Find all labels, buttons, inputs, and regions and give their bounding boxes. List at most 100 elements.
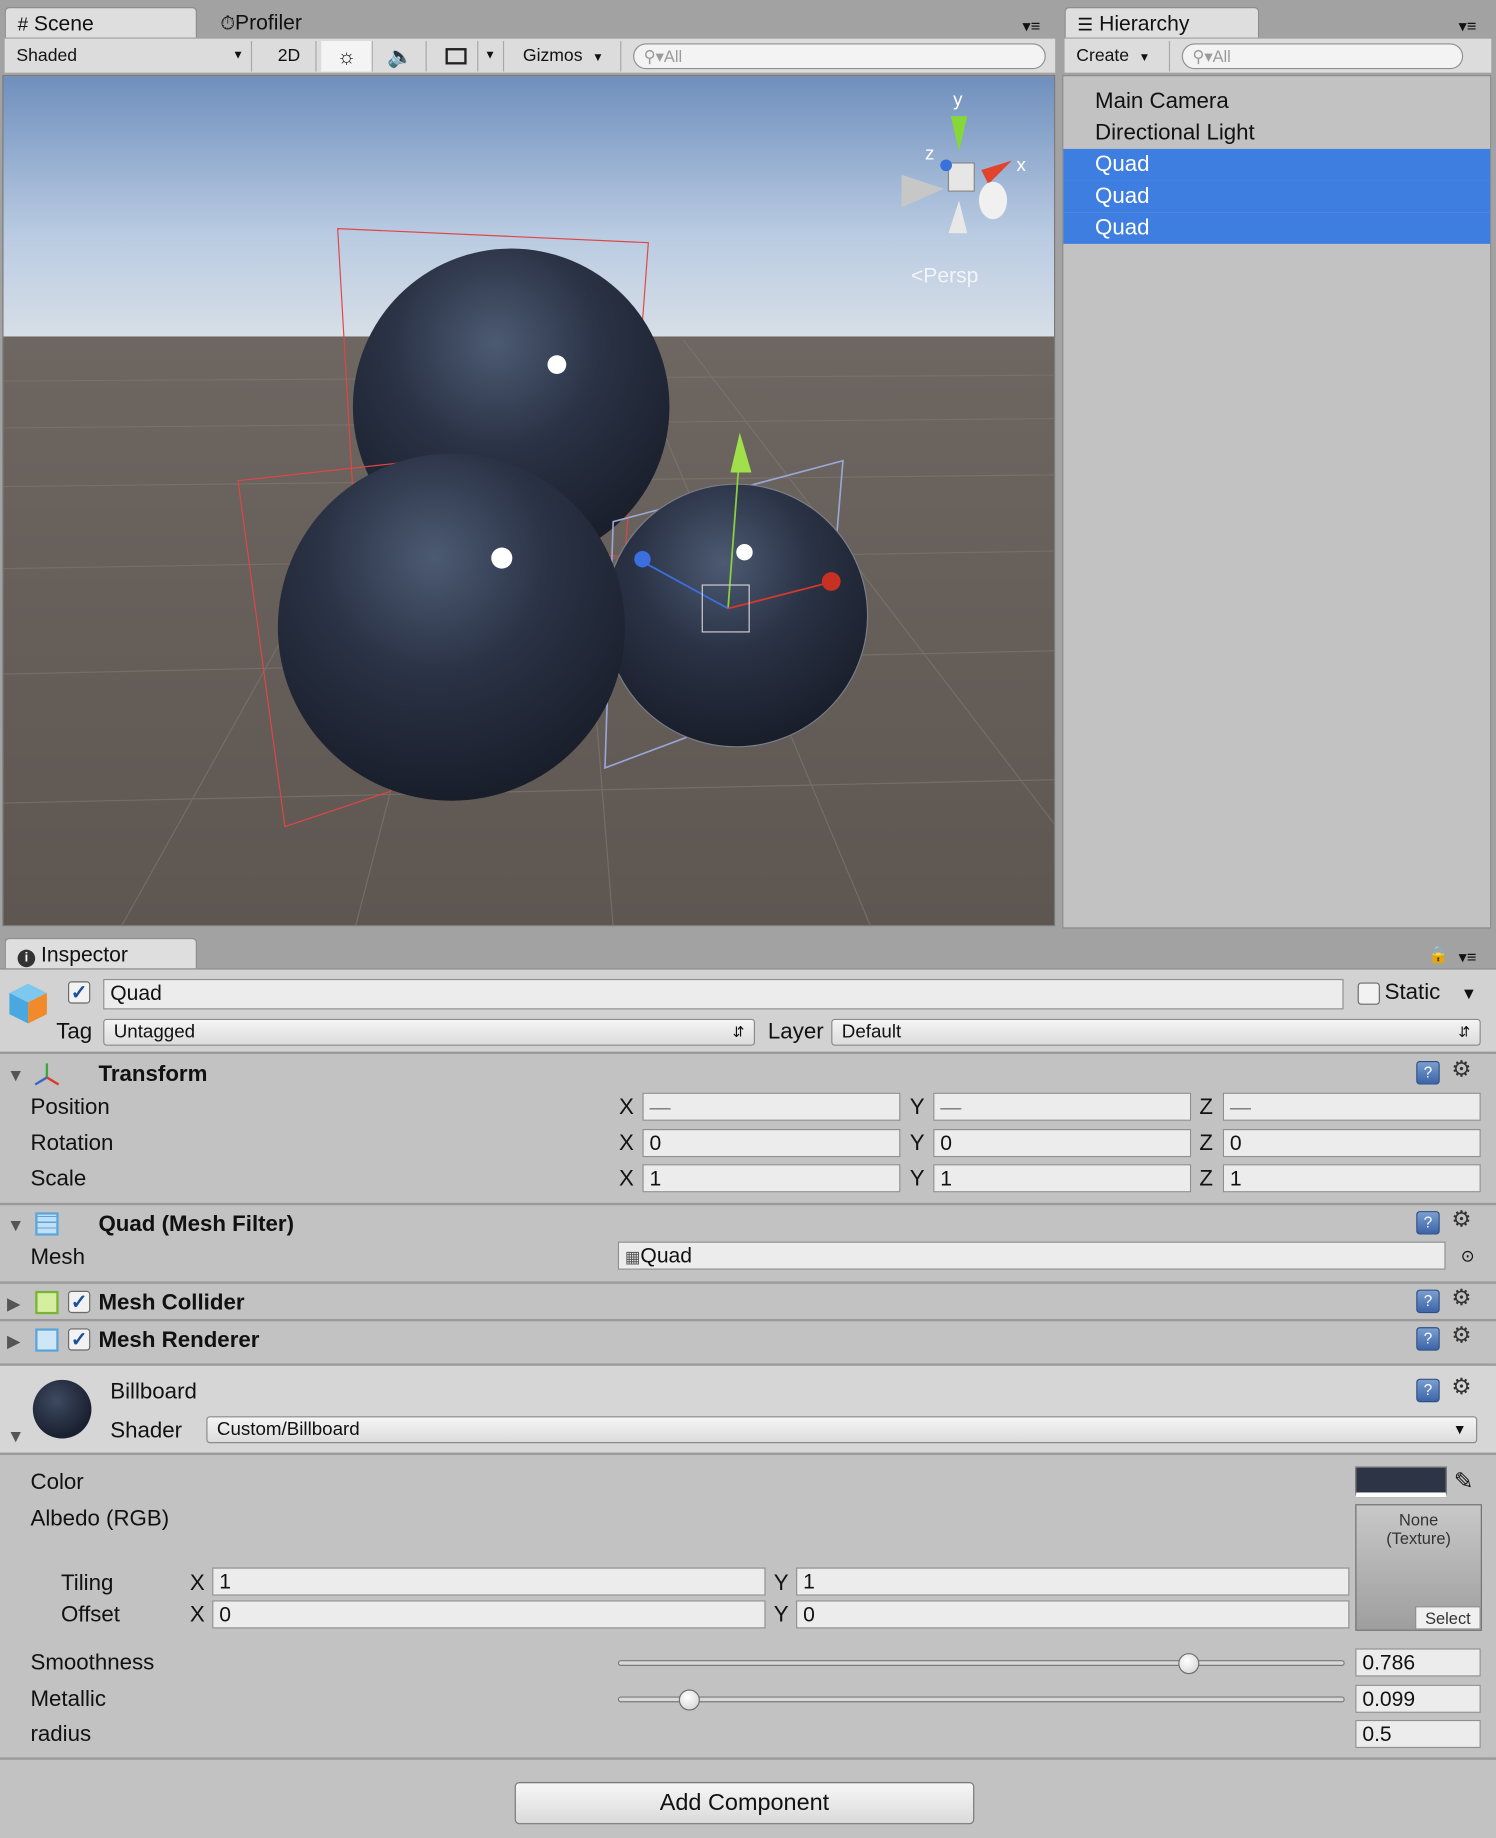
- create-label: Create: [1076, 45, 1130, 66]
- radius-field[interactable]: 0.5: [1355, 1719, 1481, 1749]
- axis-x-label: X: [619, 1131, 634, 1156]
- create-dropdown[interactable]: Create ▼: [1069, 41, 1171, 72]
- gizmos-dropdown[interactable]: Gizmos ▼: [516, 41, 622, 72]
- shader-dropdown[interactable]: Custom/Billboard ▼: [206, 1416, 1478, 1444]
- scene-search-placeholder: All: [663, 46, 683, 66]
- scale-z-field[interactable]: 1: [1222, 1164, 1481, 1193]
- dropdown-arrow-icon: ▼: [1138, 51, 1151, 65]
- position-label: Position: [30, 1095, 110, 1120]
- eyedropper-icon[interactable]: ✎: [1454, 1467, 1474, 1496]
- collapse-triangle-icon[interactable]: ▼: [7, 1066, 24, 1086]
- transform-title[interactable]: Transform: [98, 1061, 207, 1089]
- tiling-y-field[interactable]: 1: [796, 1567, 1350, 1596]
- hierarchy-item-quad[interactable]: Quad: [1063, 212, 1491, 244]
- scale-y-field[interactable]: 1: [933, 1164, 1192, 1193]
- projection-arrow-icon: <: [910, 263, 924, 288]
- mesh-collider-enabled-checkbox[interactable]: ✓: [67, 1290, 91, 1314]
- smoothness-field[interactable]: 0.786: [1355, 1648, 1481, 1677]
- tiling-x-field[interactable]: 1: [212, 1567, 766, 1596]
- gear-icon[interactable]: ⚙: [1451, 1208, 1471, 1232]
- tab-profiler-label: Profiler: [235, 10, 302, 34]
- offset-x-field[interactable]: 0: [212, 1600, 766, 1629]
- rotation-x-field[interactable]: 0: [642, 1129, 901, 1158]
- rotation-y-field[interactable]: 0: [933, 1129, 1192, 1158]
- offset-y-field[interactable]: 0: [796, 1600, 1350, 1629]
- audio-toggle-button[interactable]: 🔈: [375, 41, 427, 72]
- shading-mode-dropdown[interactable]: Shaded ▼: [9, 41, 253, 72]
- tab-profiler[interactable]: ⏱Profiler: [209, 7, 385, 37]
- texture-select-button[interactable]: Select: [1415, 1606, 1481, 1630]
- axis-x-label: X: [189, 1602, 205, 1628]
- metallic-slider-track[interactable]: [617, 1696, 1345, 1703]
- axis-x-label: X: [619, 1166, 634, 1192]
- axis-y-label: Y: [909, 1166, 925, 1192]
- gear-icon[interactable]: ⚙: [1451, 1324, 1471, 1348]
- metallic-field[interactable]: 0.099: [1355, 1684, 1481, 1713]
- mesh-renderer-enabled-checkbox[interactable]: ✓: [67, 1328, 91, 1351]
- collapse-triangle-icon[interactable]: ▼: [7, 1216, 24, 1236]
- effects-toggle-button[interactable]: [434, 41, 479, 72]
- hierarchy-menu-icon[interactable]: ▾≡: [1458, 16, 1476, 36]
- projection-label[interactable]: <Persp: [911, 264, 978, 289]
- help-icon[interactable]: ?: [1416, 1061, 1440, 1085]
- hierarchy-item-directional-light[interactable]: Directional Light: [1063, 117, 1490, 149]
- help-icon[interactable]: ?: [1416, 1289, 1440, 1314]
- mesh-object-field[interactable]: ▦Quad: [617, 1241, 1446, 1270]
- help-icon[interactable]: ?: [1416, 1378, 1440, 1403]
- gameobject-active-checkbox[interactable]: ✓: [67, 981, 91, 1004]
- mesh-renderer-title[interactable]: Mesh Renderer: [98, 1327, 259, 1355]
- gear-icon[interactable]: ⚙: [1451, 1287, 1471, 1310]
- collapse-triangle-icon[interactable]: ▼: [7, 1427, 24, 1447]
- lock-icon[interactable]: 🔒: [1428, 945, 1448, 965]
- axis-z-label: Z: [1199, 1095, 1213, 1120]
- gear-icon[interactable]: ⚙: [1451, 1058, 1471, 1082]
- hierarchy-item-quad[interactable]: Quad: [1063, 148, 1491, 181]
- metallic-slider-handle[interactable]: [679, 1689, 701, 1711]
- lighting-toggle-button[interactable]: ☼: [321, 41, 373, 72]
- position-x-field[interactable]: —: [642, 1092, 901, 1121]
- scene-toolbar: Shaded ▼ 2D ☼ 🔈 ▼ Gizmos ▼ ⚲▾All: [4, 38, 1056, 74]
- tab-scene[interactable]: # Scene: [4, 7, 197, 38]
- scale-x-field[interactable]: 1: [642, 1164, 901, 1193]
- static-dropdown-icon[interactable]: ▼: [1461, 984, 1477, 1003]
- hierarchy-search-input[interactable]: ⚲▾All: [1181, 43, 1464, 70]
- inspector-menu-icon[interactable]: ▾≡: [1458, 947, 1476, 967]
- help-icon[interactable]: ?: [1416, 1327, 1440, 1351]
- tab-hierarchy[interactable]: ☰ Hierarchy: [1064, 7, 1260, 38]
- offset-label: Offset: [60, 1602, 120, 1628]
- layer-value: Default: [841, 1022, 902, 1043]
- position-y-field[interactable]: —: [933, 1092, 1192, 1121]
- mesh-filter-title[interactable]: Quad (Mesh Filter): [98, 1211, 294, 1239]
- mesh-icon: ▦: [624, 1247, 641, 1267]
- transform-axes-icon: [34, 1063, 60, 1086]
- hierarchy-item-quad[interactable]: Quad: [1063, 180, 1491, 213]
- add-component-button[interactable]: Add Component: [514, 1782, 975, 1825]
- expand-triangle-icon[interactable]: ▶: [7, 1331, 21, 1352]
- tag-dropdown[interactable]: Untagged ⇵: [103, 1018, 756, 1046]
- gear-icon[interactable]: ⚙: [1451, 1376, 1471, 1399]
- position-z-field[interactable]: —: [1222, 1092, 1481, 1121]
- hierarchy-item-main-camera[interactable]: Main Camera: [1063, 86, 1490, 118]
- axis-y-label: Y: [909, 1095, 925, 1120]
- static-checkbox[interactable]: [1357, 982, 1380, 1005]
- smoothness-slider-track[interactable]: [617, 1660, 1345, 1666]
- smoothness-slider-handle[interactable]: [1178, 1653, 1200, 1675]
- scene-viewport[interactable]: y x z <Persp: [2, 75, 1056, 927]
- tab-inspector[interactable]: i Inspector: [4, 937, 197, 969]
- effects-dropdown-button[interactable]: ▼: [478, 41, 505, 72]
- tag-label: Tag: [56, 1019, 93, 1045]
- gameobject-name-field[interactable]: Quad: [103, 978, 1344, 1010]
- color-swatch[interactable]: [1355, 1466, 1447, 1498]
- expand-triangle-icon[interactable]: ▶: [7, 1293, 21, 1314]
- updown-arrow-icon: ⇵: [1458, 1023, 1471, 1040]
- layer-dropdown[interactable]: Default ⇵: [831, 1018, 1481, 1046]
- orientation-gizmo[interactable]: [895, 93, 1036, 245]
- object-picker-icon[interactable]: ⊙: [1461, 1246, 1475, 1266]
- albedo-texture-slot[interactable]: None (Texture) Select: [1355, 1504, 1482, 1631]
- toggle-2d-button[interactable]: 2D: [263, 41, 317, 72]
- scene-panel-menu-icon[interactable]: ▾≡: [1022, 16, 1040, 36]
- help-icon[interactable]: ?: [1416, 1211, 1440, 1235]
- mesh-collider-title[interactable]: Mesh Collider: [98, 1290, 244, 1318]
- scene-search-input[interactable]: ⚲▾All: [633, 43, 1046, 70]
- rotation-z-field[interactable]: 0: [1222, 1129, 1481, 1158]
